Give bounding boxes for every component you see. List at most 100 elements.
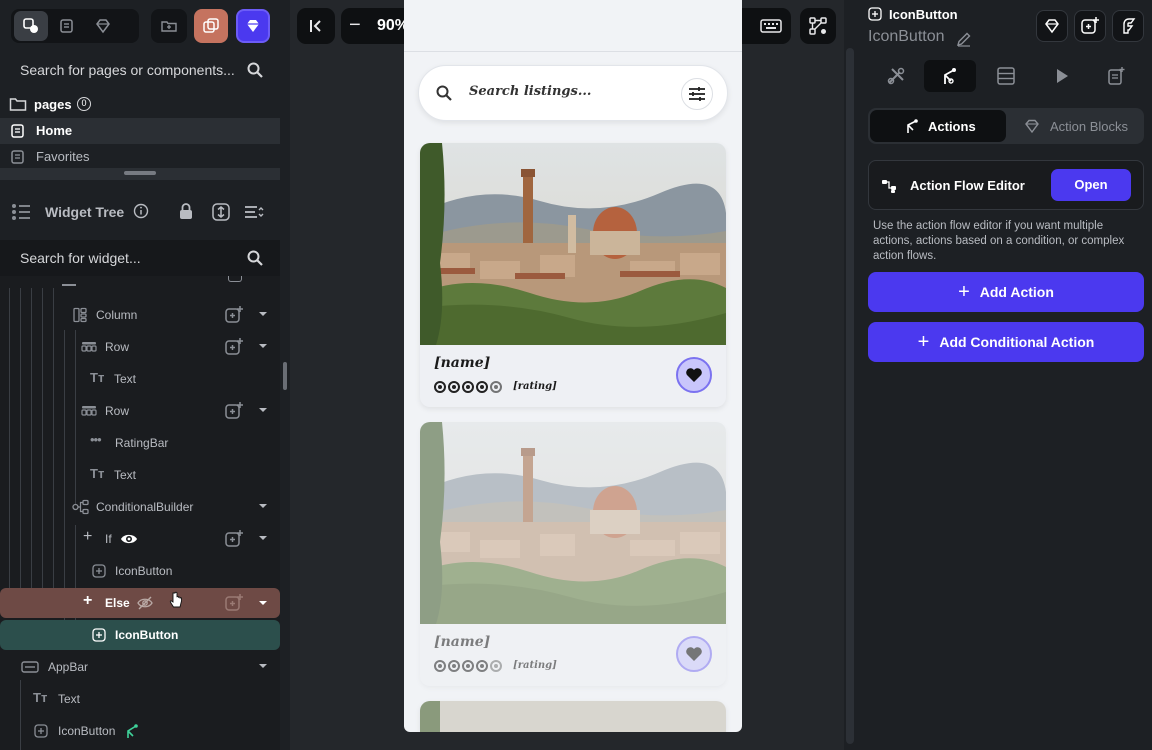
expand-caret-icon[interactable] bbox=[259, 408, 267, 412]
plus-icon: + bbox=[917, 330, 930, 353]
search-icon bbox=[436, 85, 452, 101]
tree-item-iconbutton[interactable]: IconButton bbox=[0, 715, 280, 747]
tab-properties[interactable] bbox=[870, 60, 922, 92]
listing-card[interactable]: [name] [rating] bbox=[420, 143, 726, 407]
tree-item-appbar[interactable]: AppBar bbox=[0, 651, 280, 683]
tree-item-row[interactable]: Row bbox=[0, 395, 280, 427]
text-widget-icon: Tт bbox=[33, 690, 48, 705]
rating-star-icon bbox=[476, 381, 488, 393]
eye-icon[interactable] bbox=[120, 532, 138, 546]
listing-card[interactable] bbox=[420, 701, 726, 732]
resize-handle[interactable] bbox=[124, 171, 156, 175]
listing-rating: [rating] bbox=[513, 660, 557, 671]
tree-item-iconbutton-selected[interactable]: IconButton bbox=[0, 620, 280, 650]
tab-backend-query[interactable] bbox=[980, 60, 1032, 92]
listing-card[interactable]: [name] [rating] bbox=[420, 422, 726, 686]
add-conditional-action-button[interactable]: + Add Conditional Action bbox=[868, 322, 1144, 362]
zoom-out-button[interactable]: − bbox=[349, 14, 361, 37]
lock-icon[interactable] bbox=[178, 202, 194, 220]
widget-tree-title: Widget Tree bbox=[45, 204, 125, 220]
theme-settings-button[interactable] bbox=[236, 9, 270, 43]
add-conditional-action-label: Add Conditional Action bbox=[939, 334, 1095, 350]
favorite-button[interactable] bbox=[676, 357, 712, 393]
layers-icon bbox=[60, 19, 73, 33]
search-icon bbox=[247, 250, 263, 266]
theme-tab[interactable] bbox=[86, 11, 120, 41]
diamond-icon bbox=[247, 20, 259, 32]
sort-options-icon[interactable] bbox=[243, 203, 265, 221]
tree-item-column[interactable]: Column bbox=[0, 299, 280, 331]
rating-star-icon bbox=[434, 381, 446, 393]
add-widget-icon[interactable] bbox=[224, 305, 244, 325]
tree-item-text[interactable]: Tт Text bbox=[0, 459, 280, 491]
rating-star-icon bbox=[434, 660, 446, 672]
segment-action-blocks[interactable]: Action Blocks bbox=[1008, 110, 1142, 142]
tab-actions[interactable] bbox=[924, 60, 976, 92]
listing-search-bar[interactable]: Search listings... bbox=[418, 65, 728, 121]
segment-actions[interactable]: Actions bbox=[870, 110, 1006, 142]
search-pages-placeholder: Search for pages or components... bbox=[20, 62, 235, 78]
left-scrollbar-thumb[interactable] bbox=[283, 362, 287, 390]
add-widget-icon[interactable] bbox=[224, 593, 244, 613]
expand-caret-icon[interactable] bbox=[259, 312, 267, 316]
theme-widget-button[interactable] bbox=[1036, 10, 1068, 42]
search-pages-input[interactable]: Search for pages or components... bbox=[0, 52, 280, 88]
expand-caret-icon[interactable] bbox=[259, 504, 267, 508]
ratingbar-icon: ••• bbox=[90, 432, 102, 447]
tree-item-if[interactable]: + If bbox=[0, 523, 280, 555]
expand-caret-icon[interactable] bbox=[259, 536, 267, 540]
search-widget-input[interactable]: Search for widget... bbox=[0, 240, 280, 276]
plus-icon: + bbox=[83, 592, 93, 609]
widget-palette-tab[interactable] bbox=[14, 11, 48, 41]
connections-button[interactable] bbox=[800, 8, 836, 44]
add-widget-icon[interactable] bbox=[224, 529, 244, 549]
palette-icon bbox=[23, 18, 38, 33]
tree-item-iconbutton[interactable]: IconButton bbox=[0, 555, 280, 587]
tab-documentation[interactable] bbox=[1090, 60, 1142, 92]
page-item-favorites[interactable]: Favorites bbox=[0, 144, 280, 168]
flutterflow-button[interactable] bbox=[1112, 10, 1144, 42]
tree-item-else[interactable]: + Else bbox=[0, 588, 280, 618]
tree-item-text[interactable]: Tт Text bbox=[0, 683, 280, 715]
info-icon[interactable] bbox=[133, 203, 149, 219]
expand-vertical-icon[interactable] bbox=[211, 202, 231, 222]
canvas-scrollbar-thumb[interactable] bbox=[846, 48, 854, 744]
add-action-button[interactable]: + Add Action bbox=[868, 272, 1144, 312]
page-item-home[interactable]: Home bbox=[0, 118, 280, 144]
tree-item-text[interactable]: Tт Text bbox=[0, 363, 280, 395]
widget-name-field[interactable]: IconButton bbox=[868, 28, 945, 46]
folder-add-icon bbox=[161, 21, 177, 32]
pages-folder[interactable]: pages 0 bbox=[0, 92, 280, 118]
eye-off-icon[interactable] bbox=[137, 595, 153, 611]
favorite-button[interactable] bbox=[676, 636, 712, 672]
edit-pencil-icon[interactable] bbox=[956, 31, 972, 47]
tree-row-partial bbox=[0, 276, 280, 288]
rating-star-icon bbox=[448, 381, 460, 393]
pages-label: pages bbox=[34, 97, 72, 112]
collapse-panel-button[interactable] bbox=[297, 8, 335, 44]
expand-caret-icon[interactable] bbox=[259, 664, 267, 668]
tree-item-ratingbar[interactable]: ••• RatingBar bbox=[0, 427, 280, 459]
keyboard-icon[interactable] bbox=[760, 18, 782, 34]
tree-item-conditionalbuilder[interactable]: ConditionalBuilder bbox=[0, 491, 280, 523]
components-button[interactable] bbox=[194, 9, 228, 43]
expand-caret-icon[interactable] bbox=[259, 601, 267, 605]
action-flow-icon bbox=[127, 724, 138, 738]
conditional-builder-icon bbox=[72, 499, 89, 515]
filter-button[interactable] bbox=[681, 78, 713, 110]
text-widget-icon: Tт bbox=[90, 466, 105, 481]
layers-tab[interactable] bbox=[50, 11, 84, 41]
tree-item-label: If bbox=[105, 532, 112, 546]
row-icon bbox=[81, 342, 97, 352]
add-widget-icon[interactable] bbox=[224, 401, 244, 421]
tree-item-label: IconButton bbox=[58, 724, 116, 738]
plus-icon: + bbox=[958, 280, 970, 303]
tab-animations[interactable] bbox=[1036, 60, 1088, 92]
action-flow-icon bbox=[944, 68, 956, 84]
open-flow-editor-button[interactable]: Open bbox=[1051, 169, 1131, 201]
tree-item-row[interactable]: Row bbox=[0, 331, 280, 363]
convert-component-button[interactable] bbox=[1074, 10, 1106, 42]
add-page-button[interactable] bbox=[151, 11, 187, 41]
add-widget-icon[interactable] bbox=[224, 337, 244, 357]
expand-caret-icon[interactable] bbox=[259, 344, 267, 348]
